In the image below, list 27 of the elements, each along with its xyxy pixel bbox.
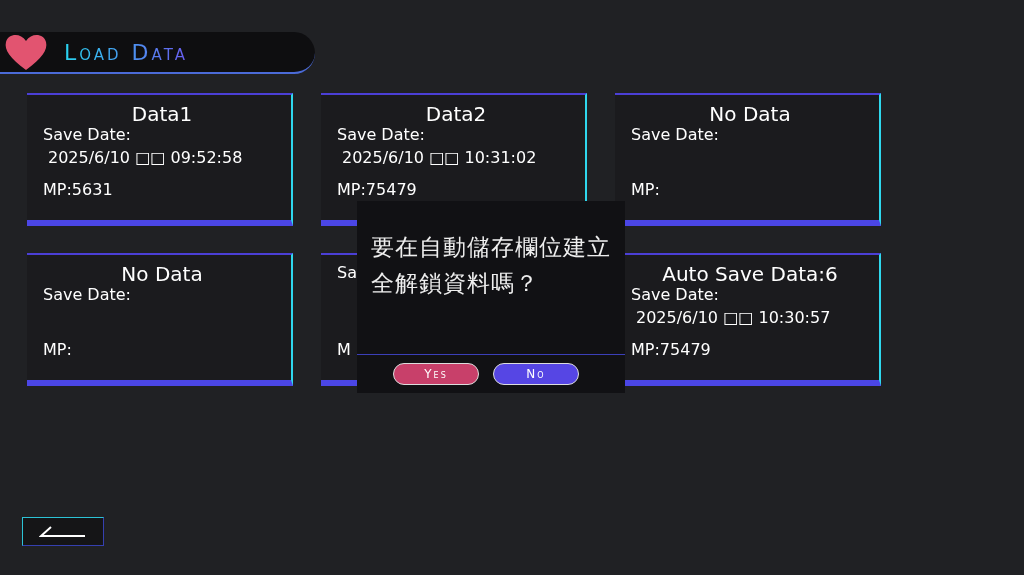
back-button[interactable] [22, 517, 104, 546]
mp-value: MP:75479 [337, 180, 418, 200]
save-date-label: Save Date: [631, 285, 720, 305]
save-slot-card[interactable]: No Data Save Date: MP: [615, 93, 881, 226]
save-slot-card[interactable]: No Data Save Date: MP: [27, 253, 293, 386]
save-slot-card[interactable]: Data1 Save Date: 2025/6/10 □□ 09:52:58 MP:5631 [27, 93, 293, 226]
no-button[interactable]: No [493, 363, 579, 385]
save-date: 2025/6/10 □□ 10:30:57 [635, 308, 832, 328]
save-date-label: Save Date: [631, 125, 720, 145]
slot-title: No Data [120, 263, 204, 285]
dialog-message: 要在自動儲存欄位建立全解鎖資料嗎？ [370, 233, 612, 298]
mp-value: MP: [631, 180, 661, 200]
save-date: 2025/6/10 □□ 10:31:02 [341, 148, 538, 168]
mp-value: MP: [43, 340, 73, 360]
save-date-label: Save Date: [43, 125, 132, 145]
save-date-label: Save Date: [337, 125, 426, 145]
save-date-label: Save Date: [43, 285, 132, 305]
slot-title: Data2 [424, 103, 488, 125]
yes-button[interactable]: Yes [393, 363, 479, 385]
mp-value: MP:75479 [631, 340, 712, 360]
mp-value: MP:5631 [43, 180, 114, 200]
save-date: 2025/6/10 □□ 09:52:58 [47, 148, 244, 168]
slot-title: Auto Save Data:6 [661, 263, 839, 285]
slot-title: Data1 [130, 103, 194, 125]
slot-title: No Data [708, 103, 792, 125]
heart-icon [4, 32, 48, 72]
mp-value: M [337, 340, 352, 360]
